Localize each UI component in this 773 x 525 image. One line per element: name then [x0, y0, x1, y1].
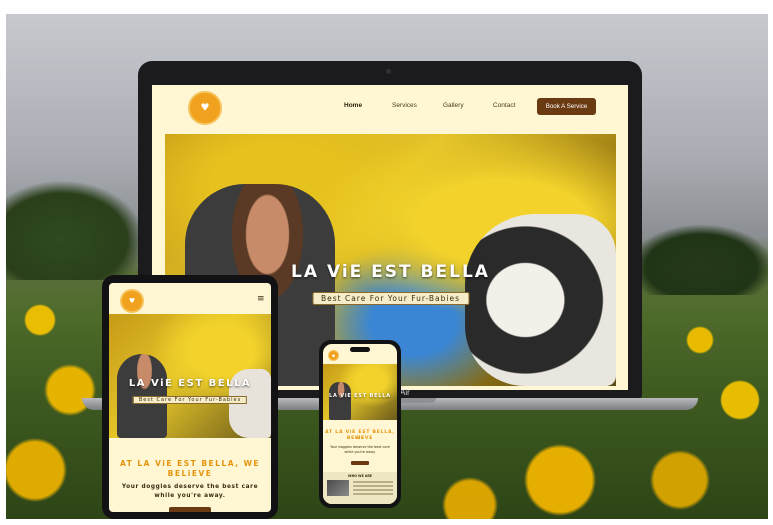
site-nav: ♥ Home Services Gallery Contact Book A S…	[152, 85, 628, 130]
tablet-hero-title: LA ViE EST BELLA	[128, 378, 252, 389]
phone-dynamic-island	[350, 347, 370, 352]
phone-about-section: WHO WE ARE	[323, 472, 397, 504]
phone-about-image	[327, 480, 349, 496]
background-trees	[6, 180, 146, 280]
heart-logo-icon: ♥	[128, 297, 136, 305]
phone-about-title: WHO WE ARE	[348, 474, 372, 478]
hamburger-menu-icon[interactable]: ≡	[257, 294, 265, 304]
device-label: Air	[400, 388, 410, 397]
frame-top	[0, 0, 773, 14]
hero-photo-dog	[465, 214, 616, 386]
tablet-section-text-line2: while you're away.	[154, 493, 226, 499]
phone-hero-banner: LA ViE EST BELLA	[323, 364, 397, 420]
hero-subtitle: Best Care For Your Fur-Babies	[311, 292, 470, 305]
tablet-section-heading-line1: AT LA ViE EST BELLA, WE	[119, 459, 261, 468]
phone-section-text-line2: while you're away.	[344, 450, 376, 454]
nav-link-contact[interactable]: Contact	[493, 102, 515, 109]
tablet-cta-button[interactable]	[169, 507, 211, 512]
phone-site-logo[interactable]: ♥	[328, 350, 339, 361]
tablet-hero-subtitle: Best Care For Your Fur-Babies	[132, 396, 248, 404]
tablet-site-logo[interactable]: ♥	[120, 289, 144, 313]
phone-device: ♥ LA ViE EST BELLA AT LA ViE EST BELLA, …	[319, 340, 401, 508]
nav-link-services[interactable]: Services	[392, 102, 417, 109]
tablet-section-heading-line2: BELiEVE	[167, 469, 213, 478]
frame-bottom	[0, 519, 773, 525]
frame-left	[0, 0, 6, 525]
tablet-section-text-line1: Your doggies deserve the best care	[121, 484, 259, 490]
phone-hero-title: LA ViE EST BELLA	[329, 393, 391, 399]
phone-cta-button[interactable]	[351, 461, 369, 465]
phone-section-heading-line2: BELiEVE	[346, 436, 374, 441]
heart-logo-icon: ♥	[331, 353, 336, 358]
heart-logo-icon: ♥	[200, 102, 210, 114]
nav-link-gallery[interactable]: Gallery	[443, 102, 464, 109]
nav-link-home[interactable]: Home	[344, 102, 362, 109]
tablet-hero-banner: LA ViE EST BELLA Best Care For Your Fur-…	[109, 314, 271, 438]
phone-about-text	[353, 481, 393, 483]
hero-photo-person	[329, 382, 351, 420]
site-logo[interactable]: ♥	[188, 91, 222, 125]
tablet-screen: ♥ ≡ LA ViE EST BELLA Best Care For Your …	[109, 283, 271, 512]
mockup-scene: ♥ Home Services Gallery Contact Book A S…	[0, 0, 773, 525]
phone-screen: ♥ LA ViE EST BELLA AT LA ViE EST BELLA, …	[323, 344, 397, 504]
frame-right	[768, 0, 773, 525]
book-service-button[interactable]: Book A Service	[537, 98, 596, 115]
camera-icon	[386, 69, 391, 74]
tablet-device: ♥ ≡ LA ViE EST BELLA Best Care For Your …	[102, 275, 278, 519]
